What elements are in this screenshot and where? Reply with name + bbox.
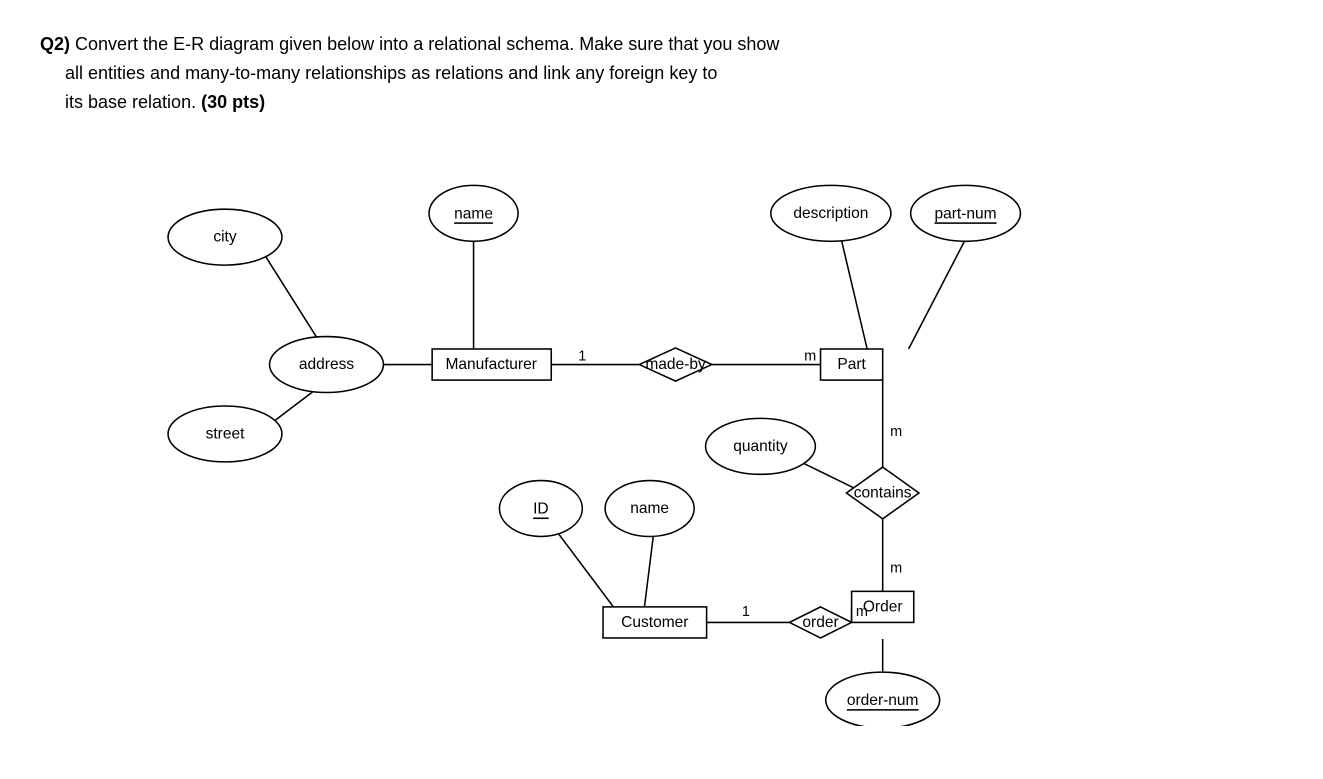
address-label: address bbox=[299, 356, 354, 373]
line-partnum-part bbox=[909, 240, 966, 350]
diagram-svg: Manufacturer Part Customer Order city ad… bbox=[60, 146, 1260, 726]
er-diagram: Manufacturer Part Customer Order city ad… bbox=[60, 146, 1260, 726]
manufacturer-label: Manufacturer bbox=[445, 356, 536, 373]
quantity-label: quantity bbox=[733, 438, 788, 455]
page: Q2) Convert the E-R diagram given below … bbox=[0, 0, 1323, 756]
description-label: description bbox=[793, 205, 868, 222]
question-text: Q2) Convert the E-R diagram given below … bbox=[40, 30, 940, 116]
card-order-contains-m: m bbox=[890, 561, 902, 577]
question-label: Q2) bbox=[40, 34, 70, 54]
order-num-label: order-num bbox=[847, 692, 919, 709]
contains-label: contains bbox=[854, 485, 912, 502]
line-id-customer bbox=[551, 524, 613, 607]
line-city-address bbox=[261, 250, 323, 348]
points: (30 pts) bbox=[201, 92, 265, 112]
part-label: Part bbox=[837, 356, 866, 373]
id-label: ID bbox=[533, 500, 549, 517]
street-label: street bbox=[206, 426, 245, 443]
made-by-label: made-by bbox=[645, 356, 706, 373]
city-label: city bbox=[213, 229, 237, 246]
card-part-contains-m: m bbox=[890, 424, 902, 440]
card-order-m: m bbox=[856, 604, 868, 620]
card-customer-1: 1 bbox=[742, 604, 750, 620]
customer-label: Customer bbox=[621, 614, 688, 631]
card-part-m: m bbox=[804, 349, 816, 365]
order-label: Order bbox=[863, 599, 903, 616]
line-desc-part bbox=[841, 240, 867, 350]
name-mfr-label: name bbox=[454, 205, 493, 222]
order-rel-label: order bbox=[802, 614, 838, 631]
question-body: Convert the E-R diagram given below into… bbox=[40, 34, 779, 112]
card-mfr-1: 1 bbox=[578, 349, 586, 365]
name-cust-label: name bbox=[630, 500, 669, 517]
part-num-label: part-num bbox=[934, 205, 996, 222]
